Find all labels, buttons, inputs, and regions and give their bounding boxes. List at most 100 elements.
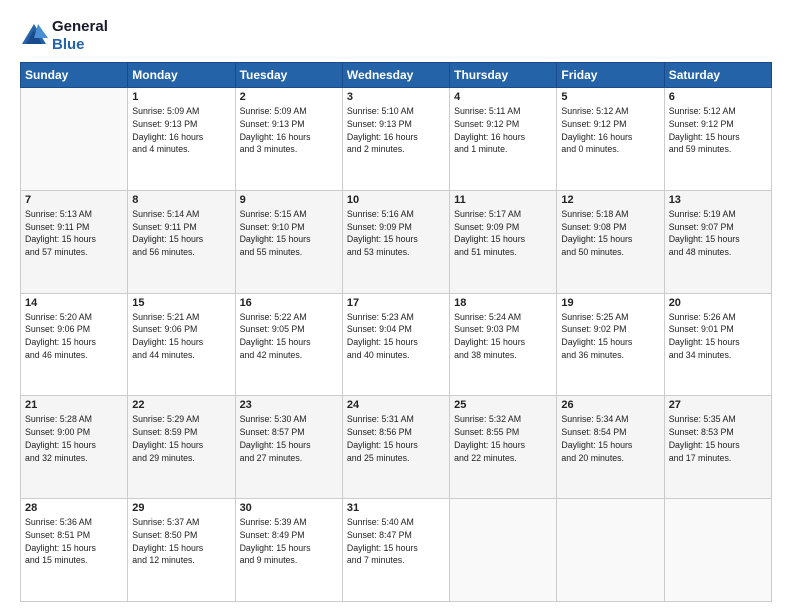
- day-info: Sunrise: 5:13 AMSunset: 9:11 PMDaylight:…: [25, 208, 123, 259]
- day-info: Sunrise: 5:28 AMSunset: 9:00 PMDaylight:…: [25, 413, 123, 464]
- day-number: 3: [347, 91, 445, 103]
- week-row-1: 1 Sunrise: 5:09 AMSunset: 9:13 PMDaylight…: [21, 88, 772, 191]
- day-number: 18: [454, 297, 552, 309]
- day-info: Sunrise: 5:32 AMSunset: 8:55 PMDaylight:…: [454, 413, 552, 464]
- header-row: SundayMondayTuesdayWednesdayThursdayFrid…: [21, 63, 772, 88]
- day-info: Sunrise: 5:37 AMSunset: 8:50 PMDaylight:…: [132, 516, 230, 567]
- day-cell: 29 Sunrise: 5:37 AMSunset: 8:50 PMDayligh…: [128, 499, 235, 602]
- day-cell: [450, 499, 557, 602]
- day-cell: 14Sunrise: 5:20 AMSunset: 9:06 PMDayligh…: [21, 293, 128, 396]
- day-info: Sunrise: 5:11 AMSunset: 9:12 PMDaylight:…: [454, 105, 552, 156]
- day-cell: 12Sunrise: 5:18 AMSunset: 9:08 PMDayligh…: [557, 190, 664, 293]
- day-info: Sunrise: 5:16 AMSunset: 9:09 PMDaylight:…: [347, 208, 445, 259]
- col-header-monday: Monday: [128, 63, 235, 88]
- day-cell: 11 Sunrise: 5:17 AMSunset: 9:09 PMDayligh…: [450, 190, 557, 293]
- week-row-2: 7Sunrise: 5:13 AMSunset: 9:11 PMDaylight…: [21, 190, 772, 293]
- day-number: 2: [240, 91, 338, 103]
- week-row-5: 28 Sunrise: 5:36 AMSunset: 8:51 PMDayligh…: [21, 499, 772, 602]
- day-number: 15: [132, 297, 230, 309]
- calendar: SundayMondayTuesdayWednesdayThursdayFrid…: [20, 62, 772, 602]
- day-info: Sunrise: 5:25 AMSunset: 9:02 PMDaylight:…: [561, 311, 659, 362]
- day-cell: 1 Sunrise: 5:09 AMSunset: 9:13 PMDaylight…: [128, 88, 235, 191]
- day-number: 19: [561, 297, 659, 309]
- day-cell: 28 Sunrise: 5:36 AMSunset: 8:51 PMDayligh…: [21, 499, 128, 602]
- day-info: Sunrise: 5:12 AMSunset: 9:12 PMDaylight:…: [561, 105, 659, 156]
- day-number: 6: [669, 91, 767, 103]
- day-number: 29: [132, 502, 230, 514]
- day-info: Sunrise: 5:15 AMSunset: 9:10 PMDaylight:…: [240, 208, 338, 259]
- day-number: 27: [669, 399, 767, 411]
- day-cell: 8 Sunrise: 5:14 AMSunset: 9:11 PMDaylight…: [128, 190, 235, 293]
- week-row-4: 21 Sunrise: 5:28 AMSunset: 9:00 PMDayligh…: [21, 396, 772, 499]
- col-header-saturday: Saturday: [664, 63, 771, 88]
- day-info: Sunrise: 5:23 AMSunset: 9:04 PMDaylight:…: [347, 311, 445, 362]
- day-info: Sunrise: 5:31 AMSunset: 8:56 PMDaylight:…: [347, 413, 445, 464]
- day-info: Sunrise: 5:22 AMSunset: 9:05 PMDaylight:…: [240, 311, 338, 362]
- day-number: 8: [132, 194, 230, 206]
- logo-text: General Blue: [52, 18, 108, 54]
- day-cell: 20 Sunrise: 5:26 AMSunset: 9:01 PMDayligh…: [664, 293, 771, 396]
- col-header-sunday: Sunday: [21, 63, 128, 88]
- day-info: Sunrise: 5:34 AMSunset: 8:54 PMDaylight:…: [561, 413, 659, 464]
- day-cell: 18 Sunrise: 5:24 AMSunset: 9:03 PMDayligh…: [450, 293, 557, 396]
- day-cell: 24 Sunrise: 5:31 AMSunset: 8:56 PMDayligh…: [342, 396, 449, 499]
- day-cell: 27Sunrise: 5:35 AMSunset: 8:53 PMDayligh…: [664, 396, 771, 499]
- day-info: Sunrise: 5:10 AMSunset: 9:13 PMDaylight:…: [347, 105, 445, 156]
- day-info: Sunrise: 5:30 AMSunset: 8:57 PMDaylight:…: [240, 413, 338, 464]
- day-number: 11: [454, 194, 552, 206]
- day-info: Sunrise: 5:19 AMSunset: 9:07 PMDaylight:…: [669, 208, 767, 259]
- day-cell: 3 Sunrise: 5:10 AMSunset: 9:13 PMDaylight…: [342, 88, 449, 191]
- day-cell: 10 Sunrise: 5:16 AMSunset: 9:09 PMDayligh…: [342, 190, 449, 293]
- day-cell: 15 Sunrise: 5:21 AMSunset: 9:06 PMDayligh…: [128, 293, 235, 396]
- day-cell: 13Sunrise: 5:19 AMSunset: 9:07 PMDayligh…: [664, 190, 771, 293]
- day-number: 12: [561, 194, 659, 206]
- day-number: 21: [25, 399, 123, 411]
- day-cell: 31Sunrise: 5:40 AMSunset: 8:47 PMDayligh…: [342, 499, 449, 602]
- col-header-wednesday: Wednesday: [342, 63, 449, 88]
- day-number: 23: [240, 399, 338, 411]
- day-number: 28: [25, 502, 123, 514]
- day-cell: 7Sunrise: 5:13 AMSunset: 9:11 PMDaylight…: [21, 190, 128, 293]
- day-number: 22: [132, 399, 230, 411]
- day-number: 5: [561, 91, 659, 103]
- day-number: 26: [561, 399, 659, 411]
- day-number: 20: [669, 297, 767, 309]
- day-cell: [664, 499, 771, 602]
- day-info: Sunrise: 5:39 AMSunset: 8:49 PMDaylight:…: [240, 516, 338, 567]
- day-info: Sunrise: 5:14 AMSunset: 9:11 PMDaylight:…: [132, 208, 230, 259]
- day-cell: 25 Sunrise: 5:32 AMSunset: 8:55 PMDayligh…: [450, 396, 557, 499]
- day-cell: 4 Sunrise: 5:11 AMSunset: 9:12 PMDaylight…: [450, 88, 557, 191]
- day-cell: [21, 88, 128, 191]
- day-info: Sunrise: 5:09 AMSunset: 9:13 PMDaylight:…: [240, 105, 338, 156]
- day-number: 1: [132, 91, 230, 103]
- col-header-friday: Friday: [557, 63, 664, 88]
- header: General Blue: [20, 18, 772, 54]
- day-number: 30: [240, 502, 338, 514]
- day-cell: 21 Sunrise: 5:28 AMSunset: 9:00 PMDayligh…: [21, 396, 128, 499]
- day-info: Sunrise: 5:21 AMSunset: 9:06 PMDaylight:…: [132, 311, 230, 362]
- day-number: 4: [454, 91, 552, 103]
- col-header-tuesday: Tuesday: [235, 63, 342, 88]
- day-info: Sunrise: 5:26 AMSunset: 9:01 PMDaylight:…: [669, 311, 767, 362]
- day-number: 14: [25, 297, 123, 309]
- day-cell: [557, 499, 664, 602]
- day-cell: 17Sunrise: 5:23 AMSunset: 9:04 PMDayligh…: [342, 293, 449, 396]
- day-number: 24: [347, 399, 445, 411]
- day-info: Sunrise: 5:09 AMSunset: 9:13 PMDaylight:…: [132, 105, 230, 156]
- day-cell: 5 Sunrise: 5:12 AMSunset: 9:12 PMDaylight…: [557, 88, 664, 191]
- day-info: Sunrise: 5:36 AMSunset: 8:51 PMDaylight:…: [25, 516, 123, 567]
- day-number: 10: [347, 194, 445, 206]
- day-info: Sunrise: 5:17 AMSunset: 9:09 PMDaylight:…: [454, 208, 552, 259]
- week-row-3: 14Sunrise: 5:20 AMSunset: 9:06 PMDayligh…: [21, 293, 772, 396]
- col-header-thursday: Thursday: [450, 63, 557, 88]
- day-cell: 16Sunrise: 5:22 AMSunset: 9:05 PMDayligh…: [235, 293, 342, 396]
- day-info: Sunrise: 5:12 AMSunset: 9:12 PMDaylight:…: [669, 105, 767, 156]
- day-cell: 23 Sunrise: 5:30 AMSunset: 8:57 PMDayligh…: [235, 396, 342, 499]
- day-cell: 2 Sunrise: 5:09 AMSunset: 9:13 PMDaylight…: [235, 88, 342, 191]
- day-cell: 22 Sunrise: 5:29 AMSunset: 8:59 PMDayligh…: [128, 396, 235, 499]
- day-info: Sunrise: 5:24 AMSunset: 9:03 PMDaylight:…: [454, 311, 552, 362]
- day-cell: 26 Sunrise: 5:34 AMSunset: 8:54 PMDayligh…: [557, 396, 664, 499]
- day-info: Sunrise: 5:29 AMSunset: 8:59 PMDaylight:…: [132, 413, 230, 464]
- page: General Blue SundayMondayTuesdayWednesda…: [0, 0, 792, 612]
- day-number: 25: [454, 399, 552, 411]
